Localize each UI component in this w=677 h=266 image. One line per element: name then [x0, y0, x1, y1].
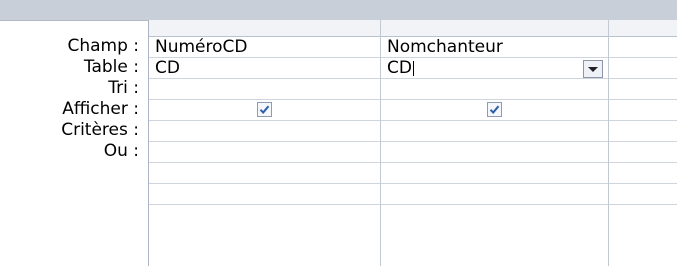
criteria-cell[interactable] — [149, 121, 380, 142]
empty-row-cell[interactable] — [609, 184, 677, 205]
sort-cell[interactable] — [609, 79, 677, 100]
sort-cell[interactable] — [381, 79, 608, 100]
table-dropdown-button[interactable] — [583, 60, 603, 78]
or-cell[interactable] — [609, 142, 677, 163]
query-design-grid: NuméroCD CD Nomchanteur CD — [148, 20, 677, 266]
row-label-criteres: Critères : — [61, 120, 139, 140]
or-cell[interactable] — [149, 142, 380, 163]
show-cell[interactable] — [381, 100, 608, 121]
row-label-table: Table : — [83, 57, 139, 77]
field-cell[interactable] — [609, 37, 677, 58]
grid-column-2: Nomchanteur CD — [381, 20, 609, 266]
checkbox-checked-icon[interactable] — [257, 101, 272, 117]
grid-column-1: NuméroCD CD — [149, 20, 381, 266]
empty-row-cell[interactable] — [381, 163, 608, 184]
grid-column-3 — [609, 20, 677, 266]
show-cell[interactable] — [149, 100, 380, 121]
column-selector[interactable] — [149, 20, 380, 37]
chevron-down-icon — [588, 67, 598, 72]
column-selector[interactable] — [609, 20, 677, 37]
criteria-cell[interactable] — [381, 121, 608, 142]
text-cursor — [412, 60, 414, 76]
checkbox-checked-icon[interactable] — [487, 101, 502, 117]
empty-row-cell[interactable] — [381, 184, 608, 205]
or-cell[interactable] — [381, 142, 608, 163]
row-label-champ: Champ : — [67, 36, 139, 56]
field-cell[interactable]: NuméroCD — [149, 37, 380, 58]
sort-cell[interactable] — [149, 79, 380, 100]
show-cell[interactable] — [609, 100, 677, 121]
criteria-cell[interactable] — [609, 121, 677, 142]
row-label-afficher: Afficher : — [62, 99, 139, 119]
empty-row-cell[interactable] — [149, 163, 380, 184]
table-cell[interactable]: CD — [381, 58, 608, 79]
row-label-ou: Ou : — [103, 141, 139, 161]
column-selector[interactable] — [381, 20, 608, 37]
table-cell[interactable] — [609, 58, 677, 79]
empty-row-cell[interactable] — [149, 184, 380, 205]
field-cell[interactable]: Nomchanteur — [381, 37, 608, 58]
row-label-tri: Tri : — [108, 78, 139, 98]
empty-row-cell[interactable] — [609, 163, 677, 184]
table-cell-value: CD — [387, 58, 412, 78]
query-design-top-bar — [0, 0, 677, 21]
table-cell[interactable]: CD — [149, 58, 380, 79]
row-labels: Champ : Table : Tri : Afficher : Critère… — [0, 36, 145, 162]
